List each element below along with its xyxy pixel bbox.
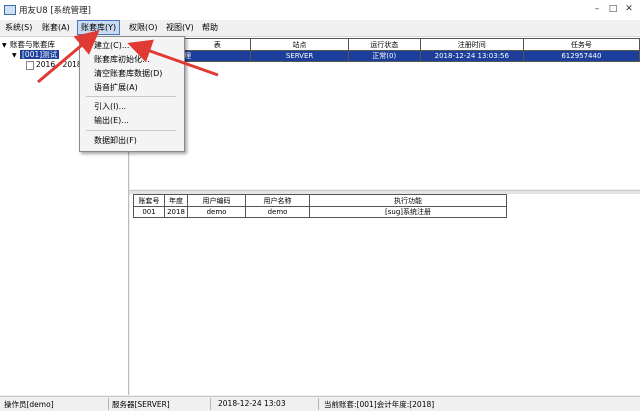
login-status-table: 表 站点 运行状态 注册时间 任务号 理 SERVER 正常(0) 2018-1… [182,38,640,62]
col-header[interactable]: 表 [182,38,252,51]
status-current-account: 当前账套:[001]会计年度:[2018] [324,400,435,409]
file-icon [26,60,34,70]
menu-item-language-extension[interactable]: 语音扩展(A) [94,82,138,93]
status-server: 服务器[SERVER] [112,400,170,409]
menu-view[interactable]: 视图(V) [163,20,197,35]
status-divider [318,398,319,410]
cell: demo [187,206,246,218]
tree-year-range[interactable]: 2016 - 2018 [26,60,82,70]
window-title: 用友U8 [系统管理] [19,6,91,16]
col-header[interactable]: 用户编码 [187,194,246,207]
collapse-triangle-icon[interactable]: ▼ [2,41,10,51]
account-library-menu: 建立(C)... 账套库初始化... 清空账套库数据(D) 语音扩展(A) 引入… [79,36,185,152]
col-header[interactable]: 账套号 [133,194,165,207]
table-row[interactable]: 001 2018 demo demo [sug]系统注册 [133,206,507,218]
cell: 612957440 [522,50,640,62]
menu-account-library[interactable]: 账套库(Y) [77,20,121,35]
menu-separator [86,130,176,131]
task-log-panel: 账套号 年度 用户编码 用户名称 执行功能 001 2018 demo demo… [130,194,640,395]
col-header[interactable]: 任务号 [522,38,640,51]
table-row[interactable]: 理 SERVER 正常(0) 2018-12-24 13:03:56 61295… [182,50,640,62]
col-header[interactable]: 用户名称 [245,194,310,207]
status-bar: 操作员[demo] 服务器[SERVER] 2018-12-24 13:03 当… [0,396,640,411]
menu-permission[interactable]: 权限(O) [126,20,161,35]
menu-bar: 系统(S) 账套(A) 账套库(Y) 权限(O) 视图(V) 帮助 [0,20,640,37]
menu-item-clear-data[interactable]: 清空账套库数据(D) [94,68,162,79]
col-header[interactable]: 运行状态 [347,38,421,51]
status-operator: 操作员[demo] [4,400,54,409]
title-bar: 用友U8 [系统管理] – □ ✕ [0,0,640,21]
col-header[interactable]: 执行功能 [309,194,507,207]
cell: 理 [182,50,252,62]
status-divider [210,398,211,410]
menu-account[interactable]: 账套(A) [39,20,73,35]
collapse-triangle-icon[interactable]: ▼ [12,51,20,61]
status-time: 2018-12-24 13:03 [218,399,286,408]
tree-root[interactable]: ▼ 账套与账套库 [2,40,55,50]
col-header[interactable]: 注册时间 [419,38,524,51]
tree-root-label: 账套与账套库 [10,40,55,49]
cell: 001 [133,206,165,218]
menu-item-initialize[interactable]: 账套库初始化... [94,54,150,65]
task-log-table: 账套号 年度 用户编码 用户名称 执行功能 001 2018 demo demo… [133,194,507,218]
tree-account-label: [001]测试 [20,50,60,59]
tree-account-001[interactable]: ▼ [001]测试 [12,50,60,61]
application-window: 用友U8 [系统管理] – □ ✕ 系统(S) 账套(A) 账套库(Y) 权限(… [0,0,640,411]
minimize-button[interactable]: – [590,2,604,16]
menu-separator [86,96,176,97]
col-header[interactable]: 年度 [164,194,188,207]
app-monitor-icon [4,5,16,15]
cell: 2018-12-24 13:03:56 [419,50,524,62]
cell: demo [245,206,310,218]
menu-system[interactable]: 系统(S) [2,20,35,35]
menu-item-export[interactable]: 输出(E)... [94,115,129,126]
maximize-button[interactable]: □ [606,2,620,16]
menu-item-import[interactable]: 引入(I)... [94,101,126,112]
col-header[interactable]: 站点 [250,38,349,51]
status-divider [108,398,109,410]
close-button[interactable]: ✕ [622,2,636,16]
cell: SERVER [250,50,349,62]
cell: 2018 [164,206,188,218]
tree-year-label: 2016 - 2018 [36,60,82,69]
login-status-panel: 表 站点 运行状态 注册时间 任务号 理 SERVER 正常(0) 2018-1… [130,37,640,189]
cell: 正常(0) [347,50,421,62]
menu-item-data-unload[interactable]: 数据卸出(F) [94,135,137,146]
menu-item-create[interactable]: 建立(C)... [94,40,129,51]
cell: [sug]系统注册 [309,206,507,218]
menu-help[interactable]: 帮助 [199,20,221,35]
